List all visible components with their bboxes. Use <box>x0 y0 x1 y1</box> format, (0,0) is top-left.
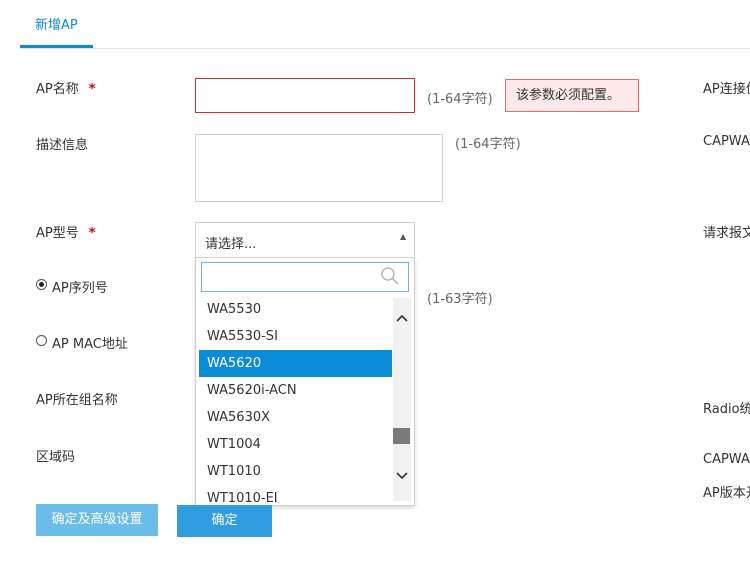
right-label-request: 请求报文 <box>703 226 750 241</box>
caret-up-icon: ▲ <box>400 232 407 241</box>
scrollbar-thumb[interactable] <box>393 428 410 444</box>
ap-serial-label: AP序列号 <box>52 281 108 296</box>
tab-divider <box>20 48 750 49</box>
dropdown-option[interactable]: WA5620i-ACN <box>199 377 392 404</box>
region-code-label: 区域码 <box>36 450 76 465</box>
ap-serial-radio[interactable] <box>36 279 47 290</box>
chevron-down-icon[interactable] <box>395 468 409 484</box>
right-label-capwap-1: CAPWAP <box>703 134 750 149</box>
dropdown-option[interactable]: WA5530 <box>199 296 392 323</box>
ap-serial-hint: (1-63字符) <box>427 292 493 307</box>
chevron-up-icon[interactable] <box>395 310 409 326</box>
right-label-capwap-2: CAPWAP <box>703 452 750 467</box>
tab-add-ap-label: 新增AP <box>35 18 78 33</box>
dropdown-option[interactable]: WA5530-SI <box>199 323 392 350</box>
ap-mac-label: AP MAC地址 <box>52 337 128 352</box>
ap-mac-radio[interactable] <box>36 335 47 346</box>
ap-name-input[interactable] <box>195 78 415 113</box>
dropdown-option[interactable]: WT1004 <box>199 431 392 458</box>
ap-name-label: AP名称 * <box>36 82 96 97</box>
dropdown-option[interactable]: WT1010 <box>199 458 392 485</box>
ap-name-error-tooltip: 该参数必须配置。 <box>505 79 639 112</box>
required-mark: * <box>88 82 96 97</box>
confirm-advanced-button[interactable]: 确定及高级设置 <box>36 504 158 536</box>
right-label-ap-version: AP版本开 <box>703 486 750 501</box>
dropdown-search-input[interactable] <box>201 262 409 292</box>
confirm-button[interactable]: 确定 <box>177 505 272 537</box>
right-label-radio: Radio统 <box>703 402 750 417</box>
description-textarea[interactable] <box>195 134 443 202</box>
dropdown-options-list: WA5530 WA5530-SI WA5620 WA5620i-ACN WA56… <box>199 296 392 504</box>
ap-group-label: AP所在组名称 <box>36 393 118 408</box>
ap-model-label: AP型号 * <box>36 226 96 241</box>
dropdown-option-highlighted[interactable]: WA5620 <box>199 350 392 377</box>
dropdown-option[interactable]: WT1010-EI <box>199 485 392 504</box>
description-label: 描述信息 <box>36 138 89 153</box>
right-label-ap-connect: AP连接优 <box>703 82 750 97</box>
dropdown-option[interactable]: WA5630X <box>199 404 392 431</box>
search-icon <box>381 267 399 285</box>
ap-model-select-value: 请选择... <box>205 237 257 252</box>
ap-name-hint: (1-64字符) <box>427 92 493 107</box>
description-hint: (1-64字符) <box>455 137 521 152</box>
required-mark: * <box>88 226 96 241</box>
